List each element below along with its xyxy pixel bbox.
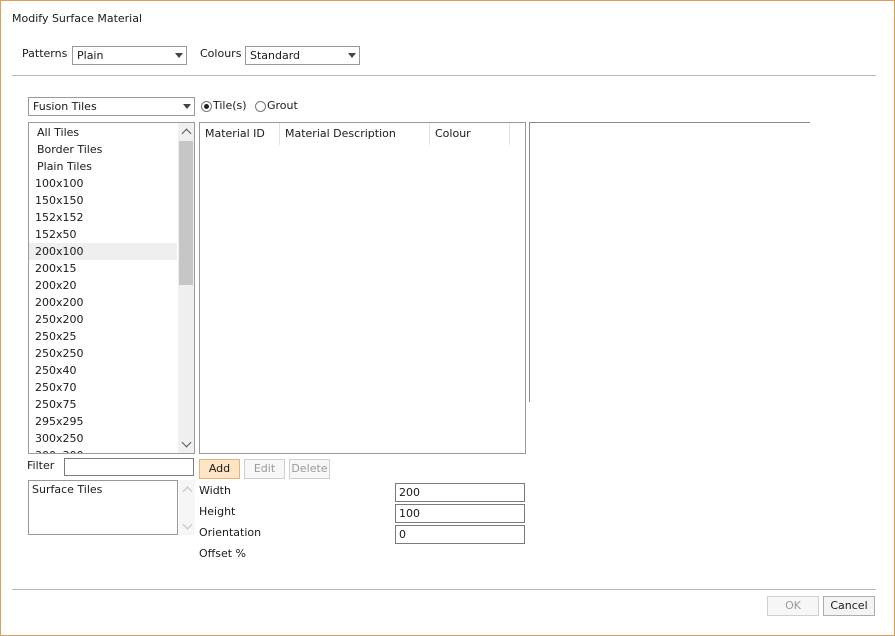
column-header-material-description[interactable]: Material Description: [280, 123, 430, 145]
chevron-down-icon: [175, 53, 183, 58]
orientation-label: Orientation: [199, 526, 262, 539]
list-item[interactable]: 200x20: [35, 277, 77, 294]
preview-left-border: [529, 122, 530, 402]
list-item[interactable]: Border Tiles: [37, 141, 102, 158]
list-item[interactable]: 150x150: [35, 192, 84, 209]
list-item[interactable]: Surface Tiles: [32, 481, 102, 498]
delete-button[interactable]: Delete: [289, 459, 330, 479]
list-item[interactable]: 250x70: [35, 379, 77, 396]
tiles-radio[interactable]: [201, 101, 212, 112]
list-item[interactable]: 300x300: [35, 447, 84, 453]
filter-input[interactable]: [64, 458, 194, 476]
list-item[interactable]: 250x75: [35, 396, 77, 413]
column-header-material-id[interactable]: Material ID: [200, 123, 280, 145]
offset-label: Offset %: [199, 547, 246, 560]
list-item[interactable]: 250x40: [35, 362, 77, 379]
list-item[interactable]: 250x200: [35, 311, 84, 328]
top-divider: [12, 75, 876, 76]
material-table[interactable]: Material ID Material Description Colour: [199, 122, 526, 454]
list-item[interactable]: 250x250: [35, 345, 84, 362]
colours-select[interactable]: Standard: [245, 46, 360, 65]
bottom-divider: [12, 589, 876, 590]
patterns-value: Plain: [77, 49, 104, 62]
list-item[interactable]: 100x100: [35, 175, 84, 192]
list-item[interactable]: 200x100: [35, 243, 84, 260]
list-item[interactable]: Plain Tiles: [37, 158, 92, 175]
tile-list-scroll-thumb[interactable]: [179, 141, 193, 285]
patterns-select[interactable]: Plain: [72, 46, 187, 65]
ok-button[interactable]: OK: [767, 596, 819, 616]
grout-radio[interactable]: [255, 101, 266, 112]
list-item[interactable]: 200x15: [35, 260, 77, 277]
preview-top-border: [529, 122, 810, 123]
list-item[interactable]: 152x50: [35, 226, 77, 243]
list-item[interactable]: 152x152: [35, 209, 84, 226]
list-item[interactable]: 250x25: [35, 328, 77, 345]
chevron-down-icon: [348, 53, 356, 58]
grout-radio-label: Grout: [267, 99, 298, 112]
tiles-radio-label: Tile(s): [213, 99, 247, 112]
surface-list[interactable]: Surface Tiles: [28, 480, 178, 535]
colours-value: Standard: [250, 49, 301, 62]
list-item[interactable]: 200x200: [35, 294, 84, 311]
orientation-value: 0: [399, 528, 406, 541]
add-button[interactable]: Add: [199, 459, 240, 479]
filter-label: Filter: [27, 459, 55, 472]
category-value: Fusion Tiles: [33, 100, 97, 113]
tile-type-list[interactable]: All Tiles Border Tiles Plain Tiles 100x100 1…: [28, 122, 195, 454]
list-item[interactable]: 300x250: [35, 430, 84, 447]
width-label: Width: [199, 484, 231, 497]
width-value: 200: [399, 486, 420, 499]
height-value: 100: [399, 507, 420, 520]
edit-button[interactable]: Edit: [244, 459, 285, 479]
chevron-down-icon: [183, 104, 191, 109]
list-item[interactable]: 295x295: [35, 413, 84, 430]
colours-label: Colours: [200, 47, 242, 60]
category-select[interactable]: Fusion Tiles: [28, 97, 195, 116]
height-input[interactable]: 100: [395, 504, 525, 523]
cancel-button[interactable]: Cancel: [823, 596, 875, 616]
dialog-title: Modify Surface Material: [12, 12, 143, 25]
column-header-colour[interactable]: Colour: [430, 123, 510, 145]
orientation-input[interactable]: 0: [395, 525, 525, 544]
width-input[interactable]: 200: [395, 483, 525, 502]
height-label: Height: [199, 505, 236, 518]
list-item[interactable]: All Tiles: [37, 124, 79, 141]
patterns-label: Patterns: [22, 47, 68, 60]
